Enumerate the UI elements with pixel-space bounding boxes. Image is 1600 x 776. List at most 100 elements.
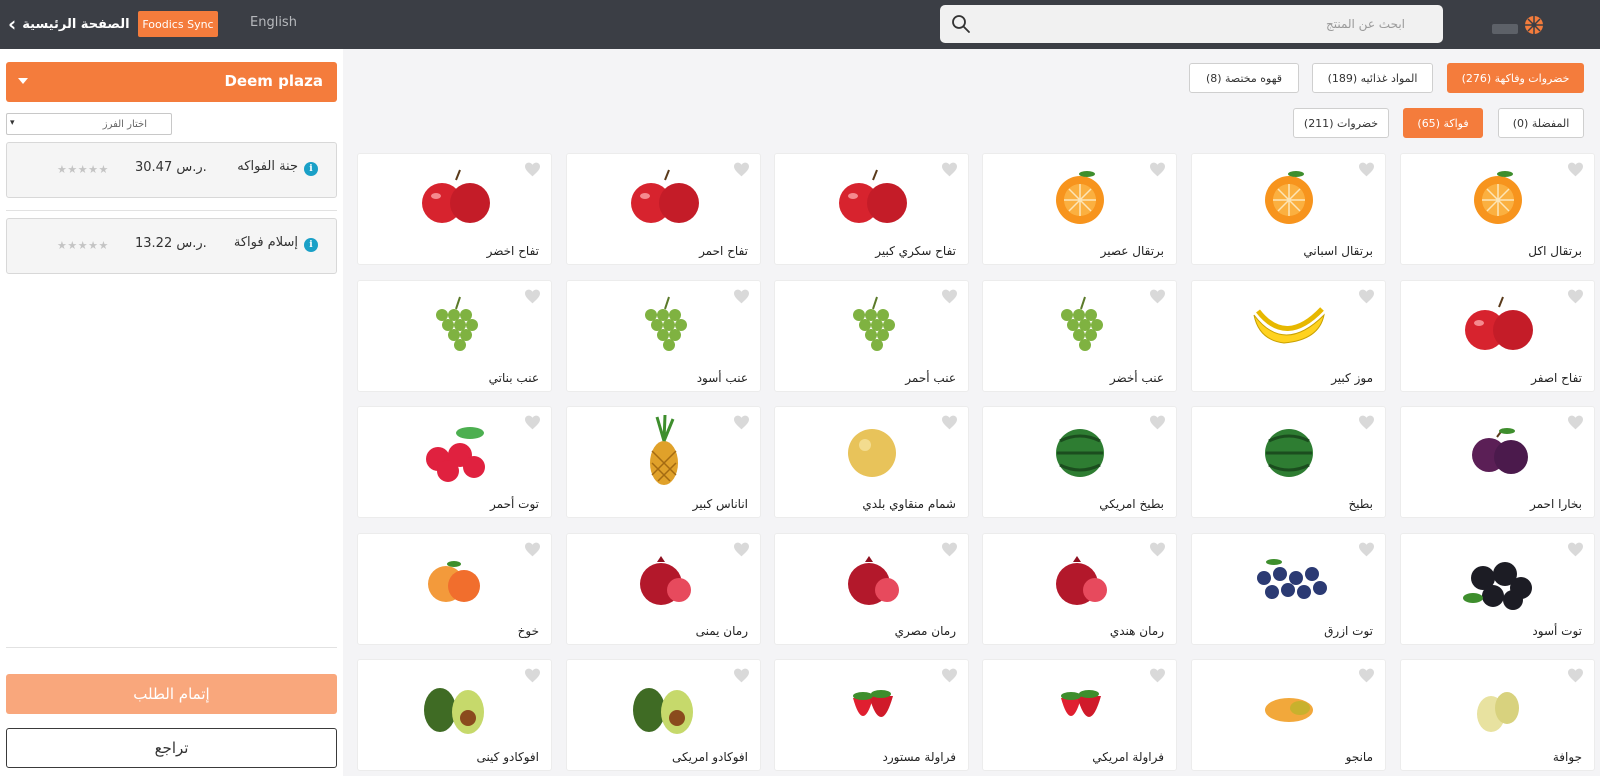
heart-icon[interactable] — [941, 289, 958, 304]
product-card[interactable]: تفاح اخضر — [357, 153, 552, 265]
tab-fruits[interactable]: فواكة (65) — [1403, 108, 1483, 138]
product-card[interactable]: رمان هندي — [982, 533, 1177, 645]
tab-fruits-vegetables[interactable]: خضروات وفاكهة (276) — [1447, 63, 1584, 93]
product-name: تفاح سكري كبير — [875, 244, 956, 258]
heart-icon[interactable] — [1567, 415, 1584, 430]
brand-logo — [1492, 16, 1543, 34]
product-card[interactable]: برتقال اسباني — [1191, 153, 1386, 265]
language-switch-link[interactable]: English — [250, 15, 297, 30]
home-back-link[interactable]: ‹ الصفحة الرئيسية — [8, 13, 130, 35]
search-icon[interactable] — [951, 14, 971, 34]
heart-icon[interactable] — [733, 415, 750, 430]
heart-icon[interactable] — [941, 162, 958, 177]
heart-icon[interactable] — [524, 668, 541, 683]
product-card[interactable]: رمان مصري — [774, 533, 969, 645]
product-card[interactable]: فراولة مستورد — [774, 659, 969, 771]
tab-vegetables[interactable]: خضروات (211) — [1293, 108, 1389, 138]
product-card[interactable]: عنب بناتي — [357, 280, 552, 392]
product-card[interactable]: بخارا احمر — [1400, 406, 1595, 518]
product-card[interactable]: برتقال اكل — [1400, 153, 1595, 265]
pineapple-icon — [650, 414, 678, 485]
vendor-price: 30.47 ر.س. — [135, 160, 207, 175]
heart-icon[interactable] — [733, 542, 750, 557]
product-card[interactable]: اناناس كبير — [566, 406, 761, 518]
product-name: رمان يمنى — [695, 624, 748, 638]
product-card[interactable]: توت أسود — [1400, 533, 1595, 645]
product-card[interactable]: عنب أسود — [566, 280, 761, 392]
heart-icon[interactable] — [733, 289, 750, 304]
product-card[interactable]: افوكادو كينى — [357, 659, 552, 771]
vendor-card[interactable]: ★★★★★ 30.47 ر.س. جنة الفواكه i — [6, 142, 337, 198]
product-name: توت أسود — [1532, 624, 1582, 638]
heart-icon[interactable] — [941, 415, 958, 430]
product-card[interactable]: شمام منقاوي بلدي — [774, 406, 969, 518]
heart-icon[interactable] — [524, 162, 541, 177]
search-input[interactable] — [985, 13, 1405, 35]
product-card[interactable]: برتقال عصير — [982, 153, 1177, 265]
apple-icon — [631, 169, 699, 223]
product-card[interactable]: فراولة امريكي — [982, 659, 1177, 771]
heart-icon[interactable] — [524, 415, 541, 430]
heart-icon[interactable] — [524, 289, 541, 304]
caret-down-icon — [18, 78, 28, 84]
rating-stars: ★★★★★ — [57, 239, 109, 252]
foodics-sync-button[interactable]: Foodics Sync — [138, 11, 218, 37]
heart-icon[interactable] — [733, 162, 750, 177]
sort-select[interactable]: ▾ اختار الفرز — [6, 113, 172, 135]
tab-specialty-coffee[interactable]: قهوه مختصة (8) — [1189, 63, 1299, 93]
product-card[interactable]: عنب أحمر — [774, 280, 969, 392]
product-name: شمام منقاوي بلدي — [862, 497, 956, 511]
info-icon[interactable]: i — [304, 238, 318, 252]
product-card[interactable]: بطيخ — [1191, 406, 1386, 518]
heart-icon[interactable] — [1358, 415, 1375, 430]
heart-icon[interactable] — [524, 542, 541, 557]
product-card[interactable]: توت أحمر — [357, 406, 552, 518]
cancel-button[interactable]: تراجع — [6, 728, 337, 768]
heart-icon[interactable] — [1567, 289, 1584, 304]
product-name: خوخ — [517, 624, 539, 638]
heart-icon[interactable] — [1358, 542, 1375, 557]
heart-icon[interactable] — [1567, 668, 1584, 683]
heart-icon[interactable] — [941, 668, 958, 683]
watermelon-icon — [1265, 429, 1313, 477]
product-card[interactable]: تفاح اصفر — [1400, 280, 1595, 392]
product-card[interactable]: بطيخ امريكي — [982, 406, 1177, 518]
product-card[interactable]: عنب أخضر — [982, 280, 1177, 392]
product-card[interactable]: موز كبير — [1191, 280, 1386, 392]
heart-icon[interactable] — [1358, 289, 1375, 304]
product-card[interactable]: مانجو — [1191, 659, 1386, 771]
product-name: تفاح اصفر — [1531, 371, 1582, 385]
product-name: عنب بناتي — [488, 371, 539, 385]
heart-icon[interactable] — [1149, 668, 1166, 683]
product-card[interactable]: رمان يمنى — [566, 533, 761, 645]
checkout-button[interactable]: إتمام الطلب — [6, 674, 337, 714]
heart-icon[interactable] — [941, 542, 958, 557]
heart-icon[interactable] — [733, 668, 750, 683]
strawberry-icon — [853, 690, 893, 717]
heart-icon[interactable] — [1149, 289, 1166, 304]
tab-favorites[interactable]: المفضلة (0) — [1498, 108, 1584, 138]
heart-icon[interactable] — [1567, 162, 1584, 177]
product-card[interactable]: خوخ — [357, 533, 552, 645]
product-card[interactable]: جوافة — [1400, 659, 1595, 771]
product-card[interactable]: افوكادو امريكى — [566, 659, 761, 771]
heart-icon[interactable] — [1358, 162, 1375, 177]
product-name: تفاح اخضر — [486, 244, 539, 258]
product-card[interactable]: تفاح سكري كبير — [774, 153, 969, 265]
product-name: بطيخ امريكي — [1099, 497, 1164, 511]
product-card[interactable]: توت ازرق — [1191, 533, 1386, 645]
info-icon[interactable]: i — [304, 162, 318, 176]
heart-icon[interactable] — [1149, 162, 1166, 177]
product-card[interactable]: تفاح احمر — [566, 153, 761, 265]
plum-icon — [1472, 428, 1528, 474]
heart-icon[interactable] — [1149, 542, 1166, 557]
product-name: برتقال اسباني — [1303, 244, 1373, 258]
heart-icon[interactable] — [1149, 415, 1166, 430]
vendor-card[interactable]: ★★★★★ 13.22 ر.س. إسلام فواكة i — [6, 218, 337, 274]
heart-icon[interactable] — [1358, 668, 1375, 683]
vendor-name: إسلام فواكة — [233, 235, 298, 250]
branch-selector[interactable]: Deem plaza — [6, 62, 337, 102]
tab-food-items[interactable]: المواد غذائيه (189) — [1312, 63, 1433, 93]
product-name: رمان هندي — [1109, 624, 1164, 638]
heart-icon[interactable] — [1567, 542, 1584, 557]
